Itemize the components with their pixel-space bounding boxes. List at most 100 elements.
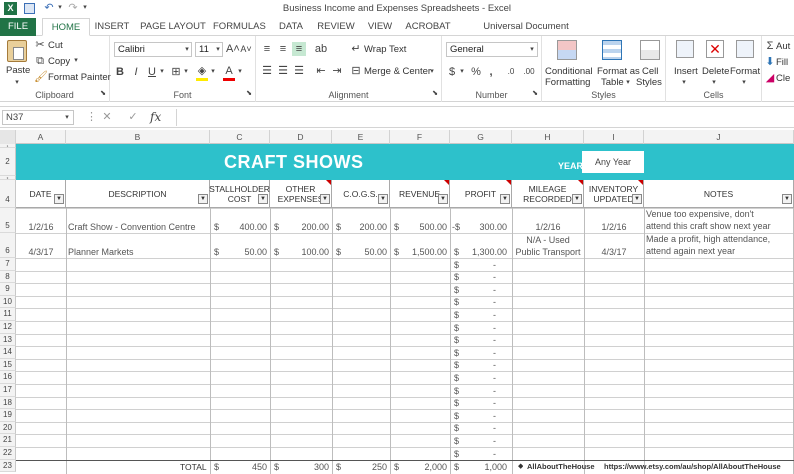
row9-profit[interactable]: - — [470, 285, 496, 295]
row8-profit[interactable]: - — [470, 272, 496, 282]
align-center-icon[interactable]: ☰ — [276, 64, 290, 78]
enter-icon[interactable]: ✓ — [126, 110, 140, 124]
row6-date[interactable]: 4/3/17 — [16, 247, 66, 257]
row-header-14[interactable]: 14 — [0, 346, 16, 359]
align-middle-icon[interactable]: ≡ — [276, 42, 290, 56]
number-launcher-icon[interactable]: ⬊ — [531, 87, 539, 101]
tab-file[interactable]: FILE — [0, 18, 36, 36]
fill-button[interactable]: Fill — [776, 57, 788, 68]
orientation-icon[interactable]: ab — [314, 42, 328, 56]
row15-profit[interactable]: - — [470, 360, 496, 370]
decrease-indent-icon[interactable]: ⇤ — [314, 64, 328, 78]
fill-color-icon[interactable]: ◈ — [196, 64, 208, 81]
insert-dropdown-icon[interactable]: ▾ — [680, 76, 688, 90]
row5-profit[interactable]: 300.00 — [462, 222, 507, 232]
row5-revenue[interactable]: 500.00 — [400, 222, 447, 232]
total-cogs[interactable]: 250 — [342, 462, 387, 472]
column-header-h[interactable]: H — [512, 130, 584, 144]
filter-dropdown-profit[interactable]: ▼ — [500, 194, 510, 204]
column-header-b[interactable]: B — [66, 130, 210, 144]
row19-profit[interactable]: - — [470, 411, 496, 421]
font-size-dropdown-icon[interactable]: ▾ — [214, 43, 222, 57]
alignment-launcher-icon[interactable]: ⬊ — [431, 87, 439, 101]
row-header-2[interactable]: 2 — [0, 148, 16, 176]
tab-view[interactable]: VIEW — [364, 18, 396, 36]
row-header-10[interactable]: 10 — [0, 295, 16, 309]
filter-dropdown-cogs[interactable]: ▼ — [378, 194, 388, 204]
merge-center-button[interactable]: Merge & Center — [364, 66, 431, 77]
column-header-j[interactable]: J — [644, 130, 794, 144]
year-value-cell[interactable]: Any Year — [582, 151, 644, 173]
row-header-5[interactable]: 5 — [0, 208, 16, 233]
insert-function-icon[interactable]: fx — [150, 110, 168, 124]
row10-profit[interactable]: - — [470, 297, 496, 307]
increase-decimal-icon[interactable]: .0 — [504, 65, 518, 79]
row5-mileage[interactable]: 1/2/16 — [512, 222, 584, 232]
clear-button[interactable]: Cle — [776, 73, 790, 84]
row6-cost[interactable]: 50.00 — [220, 247, 267, 257]
autosum-button[interactable]: Aut — [776, 41, 790, 52]
row5-inventory[interactable]: 1/2/16 — [584, 222, 644, 232]
borders-icon[interactable]: ⊞ — [170, 65, 182, 79]
filter-dropdown-notes[interactable]: ▼ — [782, 194, 792, 204]
format-as-table-dropdown-icon[interactable]: ▾ — [624, 76, 632, 90]
merge-center-dropdown-icon[interactable]: ▾ — [428, 65, 436, 79]
column-header-f[interactable]: F — [390, 130, 450, 144]
row5-cogs[interactable]: 200.00 — [342, 222, 387, 232]
column-header-c[interactable]: C — [210, 130, 270, 144]
row20-profit[interactable]: - — [470, 423, 496, 433]
row14-profit[interactable]: - — [470, 348, 496, 358]
row-header-22[interactable]: 22 — [0, 447, 16, 460]
row-header-12[interactable]: 12 — [0, 321, 16, 334]
row-header-6[interactable]: 6 — [0, 233, 16, 258]
row6-cogs[interactable]: 50.00 — [342, 247, 387, 257]
font-name-dropdown-icon[interactable]: ▾ — [183, 43, 191, 57]
tab-universal-document-converter[interactable]: Universal Document Converter — [462, 18, 590, 50]
tab-review[interactable]: REVIEW — [315, 18, 357, 36]
row-header-19[interactable]: 19 — [0, 409, 16, 422]
row-header-18[interactable]: 18 — [0, 396, 16, 410]
grow-font-icon[interactable]: A˄ — [226, 42, 240, 56]
paste-icon[interactable] — [7, 40, 27, 62]
formula-input[interactable] — [176, 109, 794, 126]
paste-button[interactable]: Paste — [6, 65, 30, 76]
underline-dropdown-icon[interactable]: ▾ — [158, 65, 166, 79]
bold-icon[interactable]: B — [114, 65, 126, 79]
percent-style-icon[interactable]: % — [470, 65, 482, 79]
clipboard-launcher-icon[interactable]: ⬊ — [99, 87, 107, 101]
row-header-20[interactable]: 20 — [0, 421, 16, 435]
tab-page-layout[interactable]: PAGE LAYOUT — [138, 18, 208, 36]
decrease-decimal-icon[interactable]: .00 — [522, 65, 536, 79]
increase-indent-icon[interactable]: ⇥ — [330, 64, 344, 78]
row-header-4[interactable]: 4 — [0, 180, 16, 208]
font-name-select[interactable]: Calibri — [114, 42, 192, 57]
tab-insert[interactable]: INSERT — [93, 18, 131, 36]
tab-formulas[interactable]: FORMULAS — [213, 18, 266, 36]
row-header-7[interactable]: 7 — [0, 258, 16, 271]
row6-inventory[interactable]: 4/3/17 — [584, 247, 644, 257]
underline-icon[interactable]: U — [146, 65, 158, 79]
font-launcher-icon[interactable]: ⬊ — [245, 87, 253, 101]
row-header-8[interactable]: 8 — [0, 270, 16, 284]
filter-dropdown-description[interactable]: ▼ — [198, 194, 208, 204]
total-profit[interactable]: 1,000 — [462, 462, 507, 472]
row17-profit[interactable]: - — [470, 386, 496, 396]
row12-profit[interactable]: - — [470, 323, 496, 333]
row7-profit[interactable]: - — [470, 260, 496, 270]
row-header-23[interactable]: 23 — [0, 459, 16, 473]
row6-mileage-line1[interactable]: N/A - Used — [512, 235, 584, 245]
column-header-g[interactable]: G — [450, 130, 512, 144]
accounting-format-icon[interactable]: $ — [446, 65, 458, 79]
row16-profit[interactable]: - — [470, 373, 496, 383]
total-cost[interactable]: 450 — [220, 462, 267, 472]
tab-data[interactable]: DATA — [274, 18, 308, 36]
name-box-dropdown-icon[interactable]: ▾ — [62, 111, 72, 125]
row13-profit[interactable]: - — [470, 335, 496, 345]
column-header-d[interactable]: D — [270, 130, 332, 144]
format-dropdown-icon[interactable]: ▾ — [740, 76, 748, 90]
align-bottom-icon[interactable]: ≡ — [292, 42, 306, 56]
font-color-icon[interactable]: A — [223, 64, 235, 81]
row6-description[interactable]: Planner Markets — [68, 247, 210, 257]
row6-other[interactable]: 100.00 — [280, 247, 329, 257]
filter-dropdown-inventory[interactable]: ▼ — [632, 194, 642, 204]
